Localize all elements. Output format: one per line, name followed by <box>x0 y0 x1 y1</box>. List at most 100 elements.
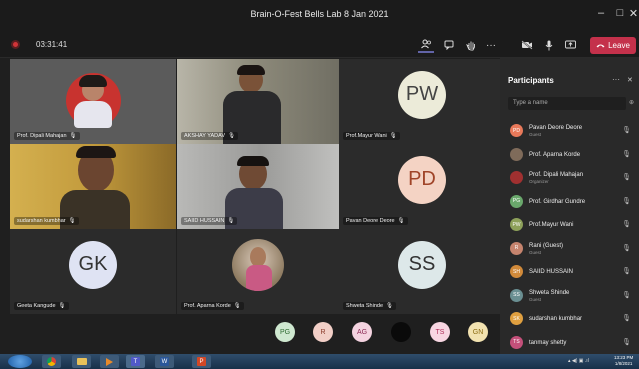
list-item[interactable]: SK sudarshan kumbhar 🎙 <box>500 308 639 332</box>
mic-off-icon: 🎙 <box>622 197 631 205</box>
list-item[interactable]: Prof. Dipali Mahajan Organizer 🎙 <box>500 167 639 191</box>
participant-role: Guest <box>529 132 542 137</box>
file-explorer-icon[interactable] <box>72 355 91 368</box>
list-item[interactable]: Prof. Aparna Korde 🎙 <box>500 144 639 168</box>
overflow-avatar[interactable]: GN <box>468 322 488 342</box>
windows-taskbar: T W P ▴ ◀) ▣ .ıl 13:23 PM 1/8/2021 <box>0 354 639 369</box>
panel-close-button[interactable]: ✕ <box>627 76 633 84</box>
add-people-icon[interactable]: ⊕ <box>629 99 634 106</box>
mic-off-icon: 🎙 <box>622 150 631 158</box>
microphone-icon[interactable] <box>541 37 557 53</box>
leave-button[interactable]: Leave <box>590 37 636 54</box>
mic-off-icon: 🎙 <box>622 244 631 252</box>
mic-off-icon: 🎙 <box>227 218 235 224</box>
overflow-avatar[interactable]: PG <box>275 322 295 342</box>
mic-off-icon: 🎙 <box>228 133 236 139</box>
participant-name-label: Prof. Aparna Korde 🎙 <box>181 302 244 310</box>
start-button[interactable] <box>8 355 32 368</box>
participant-initials-avatar: PD <box>398 155 446 204</box>
list-item[interactable]: TS tanmay shetty 🎙 <box>500 332 639 356</box>
participant-tile[interactable]: AKSHAY YADAV 🎙 <box>177 59 343 144</box>
participants-icon[interactable] <box>418 37 434 53</box>
phone-hangup-icon <box>596 41 605 50</box>
panel-title: Participants <box>508 76 554 85</box>
list-item[interactable]: SS Shweta Shinde Guest 🎙 <box>500 285 639 309</box>
leave-label: Leave <box>608 41 630 50</box>
list-item[interactable]: SH SAIID HUSSAIN 🎙 <box>500 261 639 285</box>
avatar: SK <box>510 312 523 325</box>
mic-off-icon: 🎙 <box>69 133 77 139</box>
teams-icon[interactable]: T <box>126 355 145 368</box>
participants-panel: Participants ··· ✕ Type a name ⊕ PD Pava… <box>500 58 639 354</box>
participant-photo-avatar <box>232 239 284 291</box>
mic-off-icon: 🎙 <box>622 221 631 228</box>
participant-name-label: SAIID HUSSAIN 🎙 <box>181 217 238 225</box>
system-tray-icons[interactable]: ▴ ◀) ▣ .ıl <box>568 358 589 364</box>
participant-name: Pavan Deore Deore <box>529 125 583 131</box>
participant-tile[interactable]: SAIID HUSSAIN 🎙 <box>177 144 343 229</box>
list-item[interactable]: PG Prof. Girdhar Gundre 🎙 <box>500 191 639 215</box>
word-icon[interactable]: W <box>155 355 174 368</box>
call-controls-bar: 03:31:41 ··· Leave <box>0 32 639 58</box>
participant-name: tanmay shetty <box>529 339 567 346</box>
system-clock[interactable]: 13:23 PM 1/8/2021 <box>614 355 633 367</box>
chrome-icon[interactable] <box>42 355 61 368</box>
camera-off-icon[interactable] <box>519 37 535 53</box>
media-player-icon[interactable] <box>100 355 119 368</box>
overflow-avatar[interactable]: AG <box>352 322 372 342</box>
participant-name: Prof. Aparna Korde <box>529 151 581 158</box>
avatar: R <box>510 241 523 255</box>
avatar <box>510 147 523 161</box>
list-item[interactable]: PD Pavan Deore Deore Guest 🎙 <box>500 120 639 144</box>
mic-off-icon: 🎙 <box>233 303 241 309</box>
video-grid: Prof. Dipali Mahajan 🎙 AKSHAY YADAV 🎙 PW P… <box>0 58 505 314</box>
panel-more-button[interactable]: ··· <box>612 75 620 84</box>
participant-name-label: Shweta Shinde 🎙 <box>343 302 396 310</box>
participant-tile[interactable]: GK Geeta Kangude 🎙 <box>10 229 176 314</box>
participant-role: Guest <box>529 249 542 255</box>
list-item[interactable]: PW Prof.Mayur Wani 🎙 <box>500 214 639 238</box>
recording-icon <box>11 40 20 49</box>
participant-tile[interactable]: sudarshan kumbhar 🎙 <box>10 144 176 229</box>
mic-off-icon: 🎙 <box>397 218 405 224</box>
participant-name: SAIID HUSSAIN <box>529 269 574 275</box>
maximize-button[interactable]: □ <box>611 7 629 19</box>
participant-name-label: Prof.Mayur Wani 🎙 <box>343 132 400 140</box>
participant-search-input[interactable]: Type a name <box>508 97 626 110</box>
raise-hand-icon[interactable] <box>463 37 479 53</box>
mic-off-icon: 🎙 <box>622 127 631 134</box>
participant-tile[interactable]: PD Pavan Deore Deore 🎙 <box>339 144 505 229</box>
minimize-button[interactable]: – <box>592 7 610 19</box>
mic-off-icon: 🎙 <box>622 268 631 275</box>
overflow-avatar[interactable]: TS <box>430 322 450 342</box>
participant-tile[interactable]: Prof. Dipali Mahajan 🎙 <box>10 59 176 144</box>
participant-name: Prof. Dipali Mahajan <box>529 172 584 178</box>
participant-initials-avatar: GK <box>69 240 117 289</box>
participant-tile[interactable]: PW Prof.Mayur Wani 🎙 <box>339 59 505 144</box>
close-button[interactable]: ✕ <box>628 7 639 20</box>
chat-icon[interactable] <box>441 37 457 53</box>
more-actions-icon[interactable]: ··· <box>483 37 499 53</box>
share-screen-icon[interactable] <box>562 37 578 53</box>
avatar: PG <box>510 194 523 208</box>
participant-tile[interactable]: Prof. Aparna Korde 🎙 <box>177 229 343 314</box>
overflow-avatar[interactable] <box>391 322 411 342</box>
avatar: SH <box>510 265 523 278</box>
mic-off-icon: 🎙 <box>386 303 393 309</box>
participant-name-label: Prof. Dipali Mahajan 🎙 <box>14 132 80 140</box>
participant-name: Prof. Girdhar Gundre <box>529 198 586 205</box>
mic-off-icon: 🎙 <box>389 133 397 139</box>
list-item[interactable]: R Rani (Guest) Guest 🎙 <box>500 238 639 262</box>
participant-name: Shweta Shinde <box>529 289 570 296</box>
avatar <box>510 171 523 184</box>
participant-name-label: AKSHAY YADAV 🎙 <box>181 132 239 140</box>
overflow-avatar[interactable]: R <box>313 322 333 342</box>
participant-name-label: sudarshan kumbhar 🎙 <box>14 217 79 225</box>
participant-initials-avatar: SS <box>398 240 446 289</box>
overflow-participants-strip: PG R AG TS GN <box>0 314 500 354</box>
participant-tile[interactable]: SS Shweta Shinde 🎙 <box>339 229 505 314</box>
powerpoint-icon[interactable]: P <box>192 355 211 368</box>
call-timer: 03:31:41 <box>36 40 68 49</box>
participant-initials-avatar: PW <box>398 70 446 119</box>
mic-off-icon: 🎙 <box>622 291 631 299</box>
